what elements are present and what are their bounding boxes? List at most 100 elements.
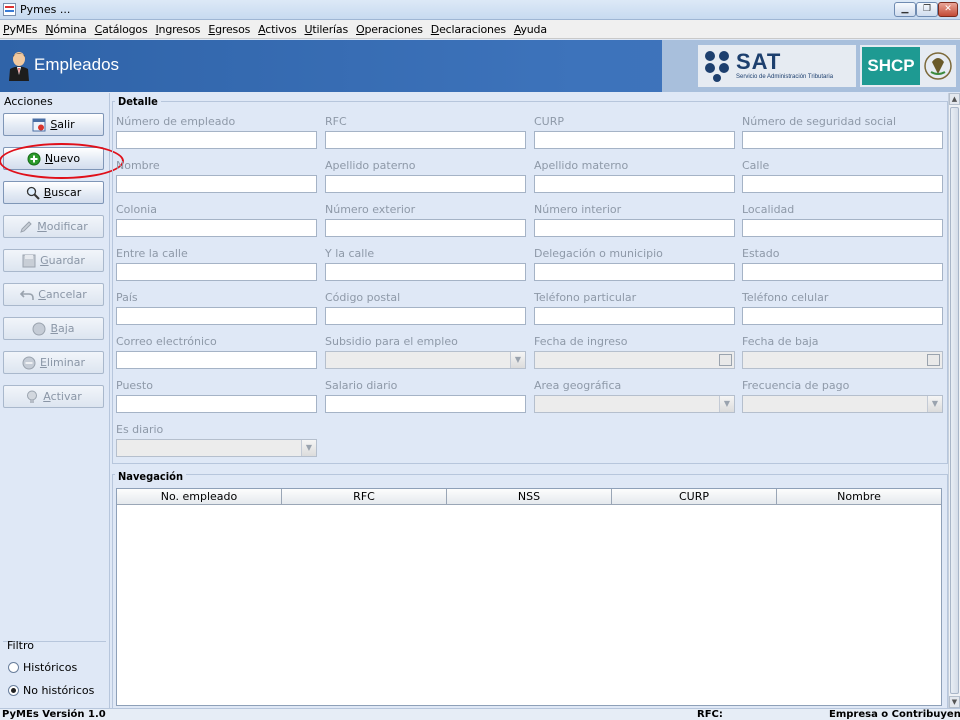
numero-de-empleado-field[interactable]	[116, 131, 317, 149]
fecha-de-baja-date-picker[interactable]	[742, 351, 943, 369]
column-no-empleado[interactable]: No. empleado	[117, 489, 282, 504]
search-button[interactable]: Buscar	[3, 181, 104, 204]
pais-field[interactable]	[116, 307, 317, 325]
delete-icon	[22, 356, 36, 369]
frecuencia-de-pago-select[interactable]: ▼	[742, 395, 943, 413]
codigo-postal-field[interactable]	[325, 307, 526, 325]
save-icon	[22, 254, 36, 267]
radio-historicos-circle[interactable]	[8, 662, 19, 673]
detail-panel: Detalle Número de empleado RFC CURP Número …	[111, 93, 948, 465]
scroll-thumb[interactable]	[950, 107, 959, 694]
numero-interior-field[interactable]	[534, 219, 735, 237]
y-la-calle-field[interactable]	[325, 263, 526, 281]
maximize-button[interactable]: ❐	[916, 2, 938, 17]
detail-legend: Detalle	[115, 95, 161, 108]
fecha-de-ingreso-label: Fecha de ingreso	[534, 335, 628, 348]
chevron-down-icon[interactable]: ▼	[510, 352, 525, 368]
correo-electronico-field[interactable]	[116, 351, 317, 369]
menu-pymes[interactable]: PyMEs	[3, 23, 38, 36]
column-nombre[interactable]: Nombre	[777, 489, 941, 504]
telefono-particular-label: Teléfono particular	[534, 291, 637, 304]
modify-button[interactable]: Modificar	[3, 215, 104, 238]
menu-declaraciones[interactable]: Declaraciones	[431, 23, 506, 36]
actions-panel: Acciones Salir Nuevo Buscar Modificar Gu…	[0, 93, 124, 708]
menu-nomina[interactable]: Nómina	[45, 23, 86, 36]
telefono-particular-field[interactable]	[534, 307, 735, 325]
area-geografica-select[interactable]: ▼	[534, 395, 735, 413]
exit-icon	[32, 118, 46, 131]
navigation-panel: Navegación No. empleado RFC NSS CURP Nom…	[111, 466, 948, 710]
column-nss[interactable]: NSS	[447, 489, 612, 504]
sat-emblem-icon	[705, 51, 729, 82]
estado-field[interactable]	[742, 263, 943, 281]
navigation-legend: Navegación	[115, 470, 186, 483]
codigo-postal-label: Código postal	[325, 291, 401, 304]
apellido-paterno-field[interactable]	[325, 175, 526, 193]
salario-diario-field[interactable]	[325, 395, 526, 413]
chevron-down-icon[interactable]: ▼	[301, 440, 316, 456]
numero-de-seguridad-social-label: Número de seguridad social	[742, 115, 897, 128]
scroll-down-arrow-icon[interactable]: ▼	[949, 696, 960, 708]
menu-ingresos[interactable]: Ingresos	[156, 23, 201, 36]
correo-electronico-label: Correo electrónico	[116, 335, 217, 348]
new-button[interactable]: Nuevo	[3, 147, 104, 170]
menu-utilerias[interactable]: Utilerías	[304, 23, 348, 36]
vertical-scrollbar[interactable]: ▲ ▼	[948, 93, 960, 708]
column-curp[interactable]: CURP	[612, 489, 777, 504]
area-geografica-label: Area geográfica	[534, 379, 622, 392]
rfc-field[interactable]	[325, 131, 526, 149]
radio-no-historicos[interactable]: No históricos	[8, 684, 94, 697]
menu-catalogos[interactable]: Catálogos	[95, 23, 148, 36]
curp-field[interactable]	[534, 131, 735, 149]
puesto-label: Puesto	[116, 379, 153, 392]
calendar-icon[interactable]	[719, 354, 732, 366]
subsidio-para-el-empleo-select[interactable]: ▼	[325, 351, 526, 369]
cancel-button-label: Cancelar	[38, 288, 87, 301]
deactivate-button-label: Baja	[50, 322, 75, 335]
chevron-down-icon[interactable]: ▼	[719, 396, 734, 412]
apellido-materno-field[interactable]	[534, 175, 735, 193]
numero-de-seguridad-social-field[interactable]	[742, 131, 943, 149]
radio-historicos[interactable]: Históricos	[8, 661, 77, 674]
delegacion-o-municipio-label: Delegación o municipio	[534, 247, 663, 260]
chevron-down-icon[interactable]: ▼	[927, 396, 942, 412]
delegacion-o-municipio-field[interactable]	[534, 263, 735, 281]
activate-button[interactable]: Activar	[3, 385, 104, 408]
fecha-de-ingreso-date-picker[interactable]	[534, 351, 735, 369]
numero-exterior-label: Número exterior	[325, 203, 416, 216]
exit-button[interactable]: Salir	[3, 113, 104, 136]
employees-table[interactable]: No. empleado RFC NSS CURP Nombre	[116, 488, 942, 706]
sat-logo: SAT Servicio de Administración Tributari…	[698, 45, 856, 87]
column-rfc[interactable]: RFC	[282, 489, 447, 504]
numero-exterior-field[interactable]	[325, 219, 526, 237]
activate-button-label: Activar	[43, 390, 82, 403]
menu-egresos[interactable]: Egresos	[208, 23, 250, 36]
circle-icon	[32, 322, 46, 335]
filter-group: Filtro Históricos No históricos	[3, 639, 106, 706]
localidad-field[interactable]	[742, 219, 943, 237]
radio-no-historicos-circle[interactable]	[8, 685, 19, 696]
save-button[interactable]: Guardar	[3, 249, 104, 272]
nombre-field[interactable]	[116, 175, 317, 193]
puesto-field[interactable]	[116, 395, 317, 413]
menu-ayuda[interactable]: Ayuda	[514, 23, 547, 36]
deactivate-button[interactable]: Baja	[3, 317, 104, 340]
search-button-label: Buscar	[43, 186, 82, 199]
telefono-celular-label: Teléfono celular	[742, 291, 829, 304]
sat-logo-subtitle: Servicio de Administración Tributaria	[736, 74, 834, 80]
eagle-emblem-icon	[924, 52, 952, 80]
calendar-icon[interactable]	[927, 354, 940, 366]
colonia-field[interactable]	[116, 219, 317, 237]
menu-operaciones[interactable]: Operaciones	[356, 23, 423, 36]
app-icon	[3, 3, 16, 16]
cancel-button[interactable]: Cancelar	[3, 283, 104, 306]
close-button[interactable]: ✕	[938, 2, 958, 17]
menu-activos[interactable]: Activos	[258, 23, 297, 36]
delete-button[interactable]: Eliminar	[3, 351, 104, 374]
es-diario-select[interactable]: ▼	[116, 439, 317, 457]
calle-field[interactable]	[742, 175, 943, 193]
minimize-button[interactable]: ▁	[894, 2, 916, 17]
scroll-up-arrow-icon[interactable]: ▲	[949, 93, 960, 105]
telefono-celular-field[interactable]	[742, 307, 943, 325]
entre-la-calle-field[interactable]	[116, 263, 317, 281]
